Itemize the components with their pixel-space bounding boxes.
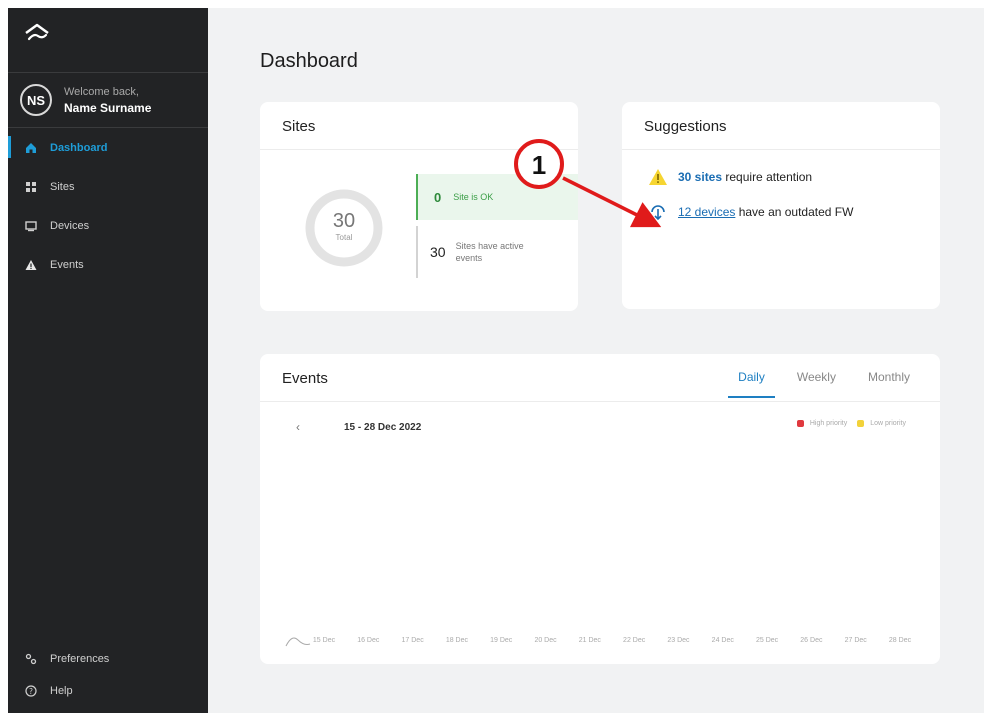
sites-card-title: Sites [282,118,316,135]
home-icon [24,141,38,155]
sidebar-item-label: Preferences [50,653,110,665]
sidebar-item-dashboard[interactable]: Dashboard [8,128,208,167]
sidebar-item-label: Help [50,685,73,697]
suggestion-sites-attention: 30 sites require attention [648,168,812,186]
chart-legend: High priority Low priority [787,420,906,427]
date-range-label: 15 - 28 Dec 2022 [344,421,422,433]
sidebar: NS Welcome back, Name Surname Dashboard … [8,8,208,713]
chart-baseline-mark [285,637,311,647]
divider [622,149,940,150]
devices-icon [24,219,38,233]
legend-label-low: Low priority [870,420,906,427]
x-tick-label: 21 Dec [579,637,602,644]
welcome-text: Welcome back, [64,86,139,98]
prev-range-button[interactable]: ‹ [296,420,300,434]
sidebar-item-devices[interactable]: Devices [8,206,208,245]
suggestions-card: Suggestions 30 sites require attention 1… [622,102,940,309]
user-name: Name Surname [64,101,152,115]
sidebar-item-label: Dashboard [50,141,108,154]
sidebar-item-label: Events [50,258,84,271]
x-tick-label: 26 Dec [800,637,823,644]
x-tick-label: 27 Dec [845,637,868,644]
firmware-update-icon [648,203,668,221]
app-window: NS Welcome back, Name Surname Dashboard … [8,8,984,713]
sites-attention-text: require attention [722,170,813,184]
sidebar-item-label: Devices [50,219,90,232]
sites-attention-link[interactable]: 30 sites [678,170,722,184]
date-range: ‹ 15 - 28 Dec 2022 [296,420,421,434]
main-nav: Dashboard Sites Devices Events [8,128,208,284]
sites-events-count: 30 [430,244,446,260]
x-tick-label: 24 Dec [712,637,735,644]
user-profile[interactable]: NS Welcome back, Name Surname [8,72,208,128]
legend-swatch-low [857,420,865,427]
brand-logo-icon[interactable] [24,22,50,44]
sites-events-label: Sites have active events [455,241,524,263]
sidebar-item-preferences[interactable]: Preferences [8,643,208,675]
sidebar-item-sites[interactable]: Sites [8,167,208,206]
x-tick-label: 17 Dec [402,637,425,644]
legend-label-high: High priority [809,420,848,427]
main-content: Dashboard Sites 30 Total 0 Site is OK 30… [208,8,984,713]
x-tick-label: 23 Dec [667,637,690,644]
outdated-devices-link[interactable]: 12 devices [678,205,735,219]
suggestions-card-title: Suggestions [644,118,727,135]
sites-icon [24,180,38,194]
x-tick-label: 20 Dec [534,637,557,644]
legend-swatch-high [796,420,804,427]
x-tick-label: 19 Dec [490,637,513,644]
tab-monthly[interactable]: Monthly [868,370,910,398]
help-icon: ? [24,684,38,698]
svg-text:?: ? [29,687,33,696]
sites-ok-label: Site is OK [453,192,494,202]
avatar: NS [20,84,52,116]
sidebar-item-label: Sites [50,180,75,193]
sites-ok-count: 0 [434,189,442,205]
sidebar-item-help[interactable]: ? Help [8,675,208,707]
sites-events-stat[interactable]: 30 Sites have active events [416,226,578,278]
outdated-devices-text: have an outdated FW [735,205,854,219]
suggestion-outdated-fw: 12 devices have an outdated FW [648,203,853,221]
x-tick-label: 18 Dec [446,637,469,644]
events-card: Events Daily Weekly Monthly ‹ 15 - 28 De… [260,354,940,664]
bottom-nav: Preferences ? Help [8,643,208,707]
events-period-tabs: Daily Weekly Monthly [728,370,910,398]
preferences-icon [24,652,38,666]
events-card-title: Events [282,370,328,387]
divider [260,149,578,150]
x-tick-label: 15 Dec [313,637,336,644]
x-tick-label: 22 Dec [623,637,646,644]
sites-ok-stat[interactable]: 0 Site is OK [416,174,578,220]
sidebar-item-events[interactable]: Events [8,245,208,284]
x-tick-label: 28 Dec [889,637,912,644]
sites-total-label: Total [335,233,353,242]
x-tick-label: 16 Dec [357,637,380,644]
tab-daily[interactable]: Daily [728,370,775,398]
tab-weekly[interactable]: Weekly [797,370,836,398]
events-chart: 15 Dec 16 Dec 17 Dec 18 Dec 19 Dec 20 Dec 21 D… [285,637,912,647]
warning-icon [648,168,668,186]
sites-card: Sites 30 Total 0 Site is OK 30 Sites hav… [260,102,578,311]
x-tick-label: 25 Dec [756,637,779,644]
sites-total-value: 30 [332,210,356,232]
divider [260,401,940,402]
page-title: Dashboard [260,50,358,72]
warning-icon [24,258,38,272]
